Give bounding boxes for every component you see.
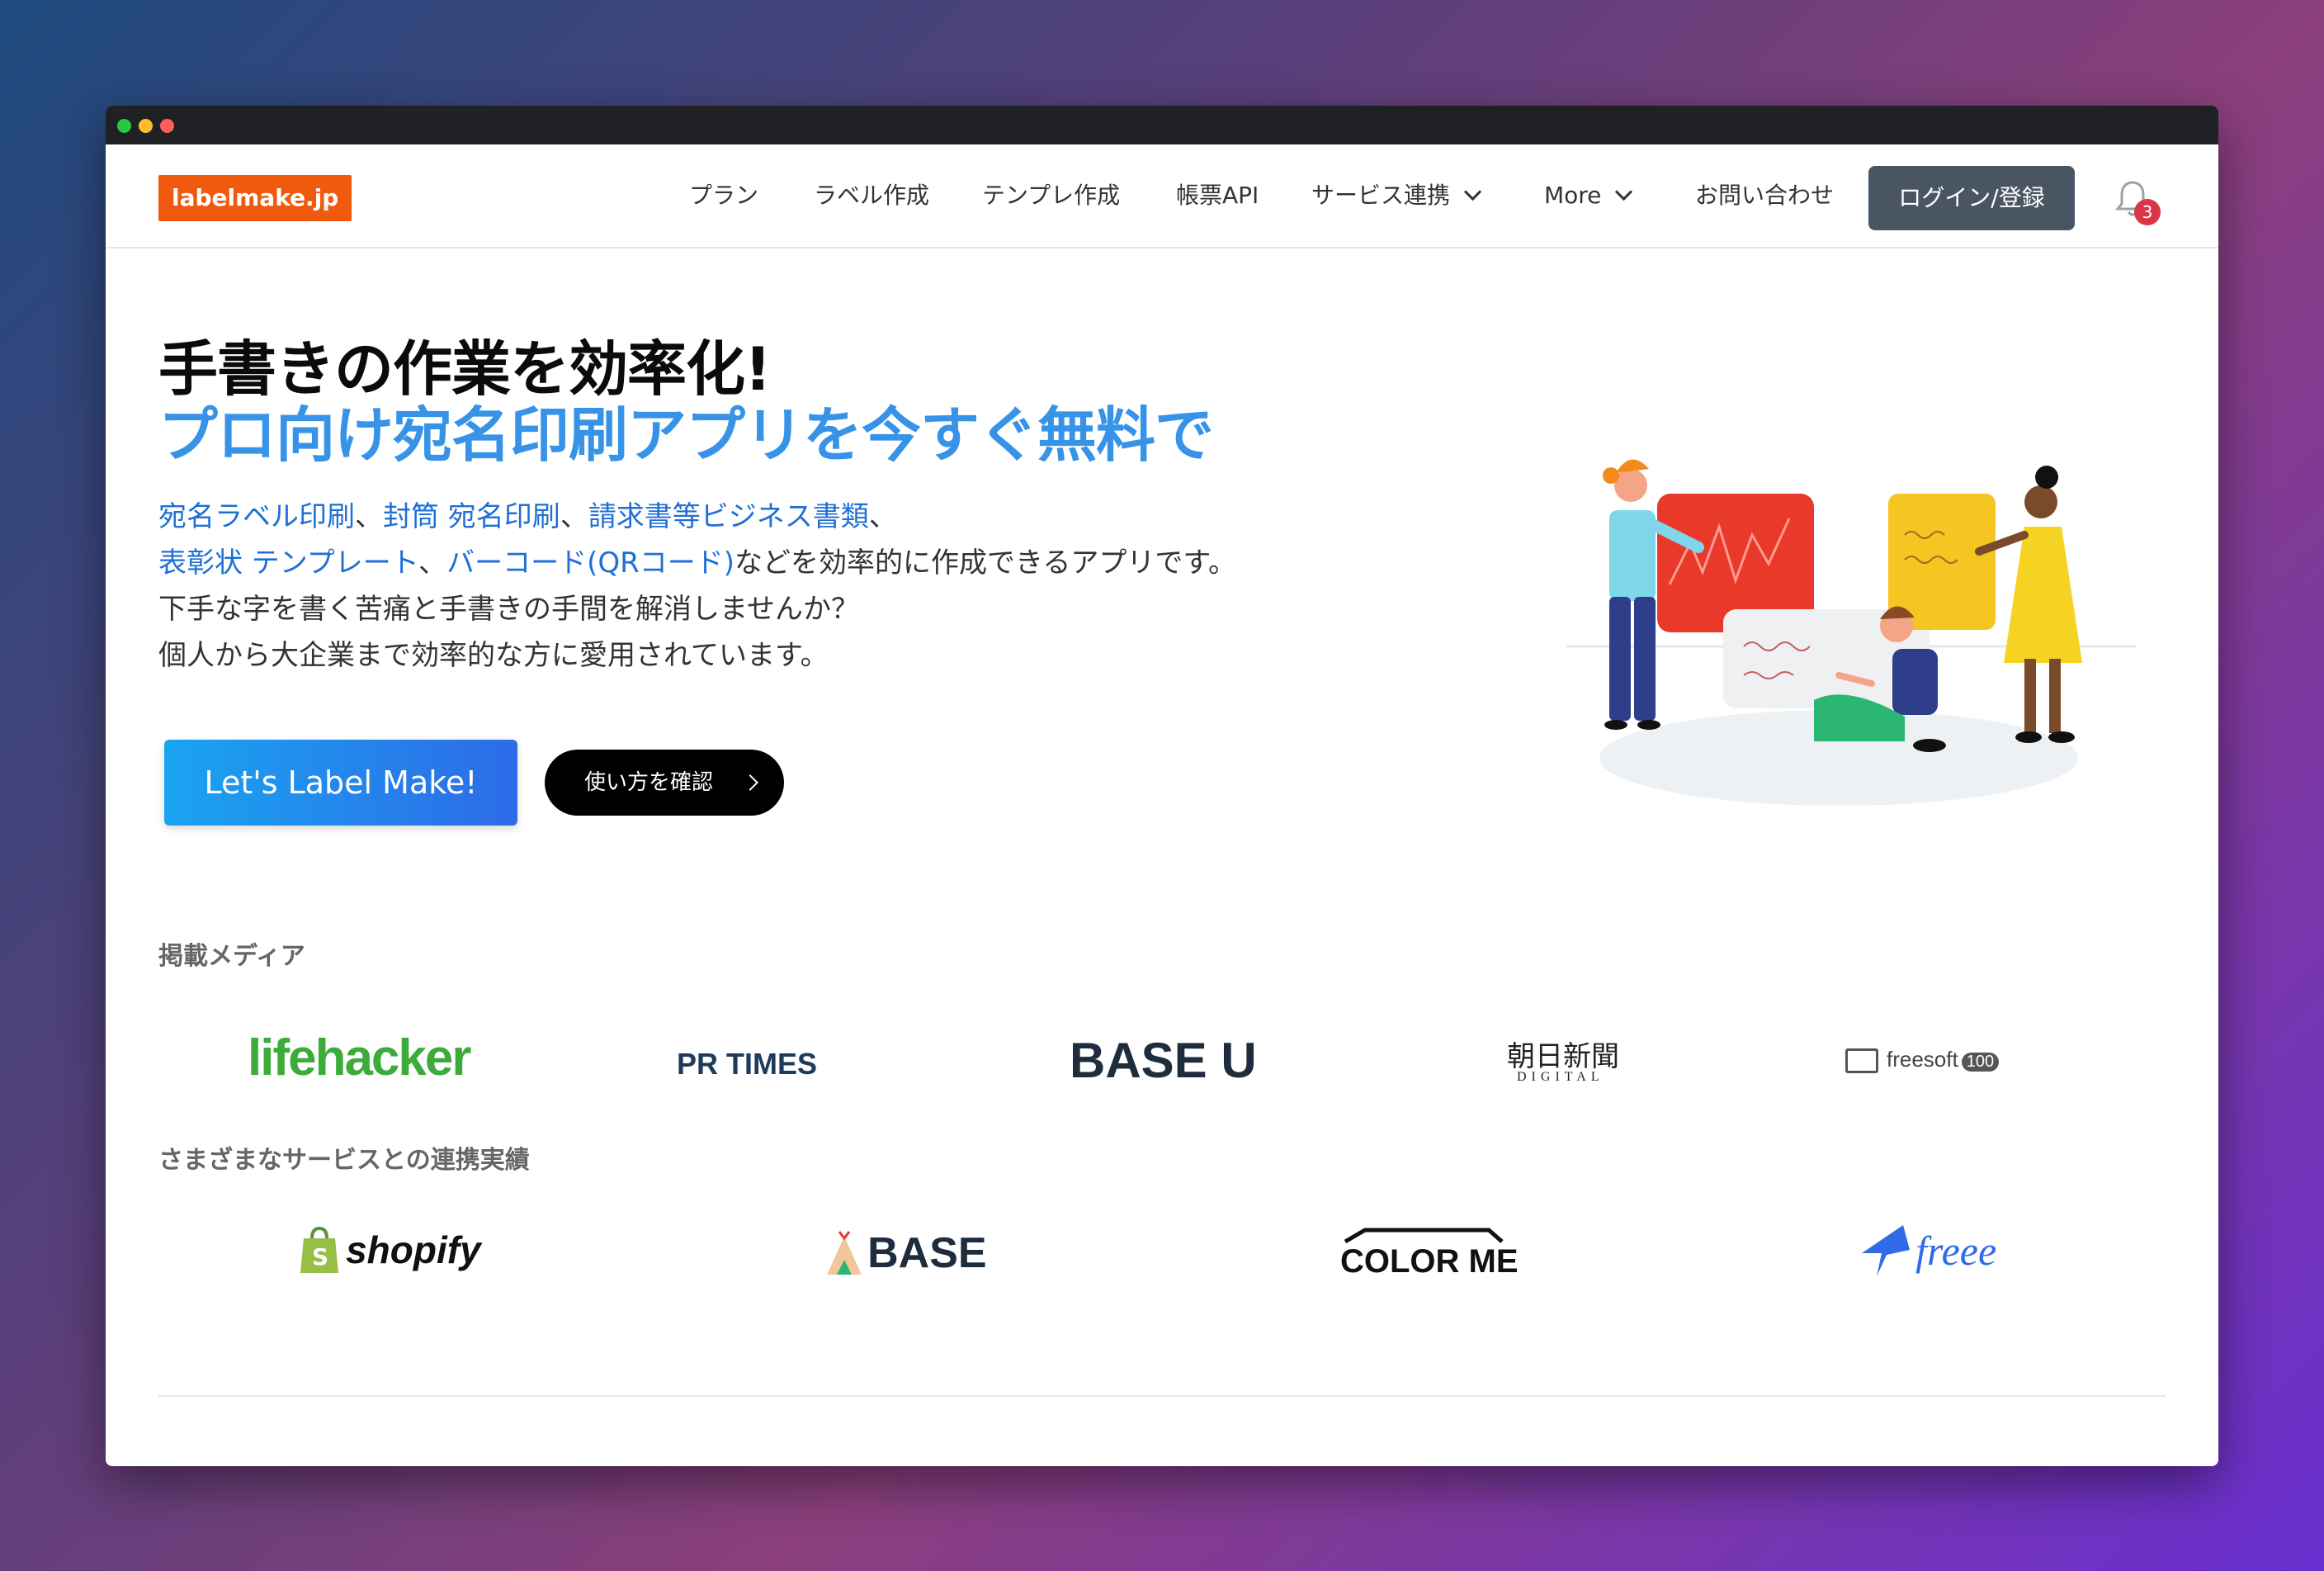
how-to-use-label: 使い方を確認 xyxy=(584,770,714,795)
base-tent-icon xyxy=(827,1231,862,1275)
separator: 、 xyxy=(560,500,588,533)
nav-service-integration[interactable]: サービス連携 xyxy=(1311,179,1482,212)
nav-more-label: More xyxy=(1544,182,1602,209)
prtimes-logo[interactable]: PR TIMES xyxy=(677,1047,817,1081)
freesoft-label: freesoft xyxy=(1887,1047,1958,1072)
notification-badge: 3 xyxy=(2134,199,2161,225)
nav-more[interactable]: More xyxy=(1544,179,1633,212)
freesoft-100-badge: 100 xyxy=(1961,1053,2000,1072)
browser-window: labelmake.jp プラン ラベル作成 テンプレ作成 帳票API サービス… xyxy=(106,106,2218,1466)
minimize-dot-icon[interactable] xyxy=(139,119,153,133)
colorme-label: COLOR ME xyxy=(1340,1243,1519,1280)
nav-template-create[interactable]: テンプレ作成 xyxy=(982,179,1120,212)
nav-contact[interactable]: お問い合わせ xyxy=(1695,179,1834,212)
nav-service-integration-label: サービス連携 xyxy=(1311,182,1451,209)
desc-text: などを効率的に作成できるアプリです。 xyxy=(735,547,1236,580)
close-dot-icon[interactable] xyxy=(160,119,174,133)
link-certificate-template[interactable]: 表彰状 テンプレート xyxy=(158,547,418,580)
login-register-button[interactable]: ログイン/登録 xyxy=(1868,166,2075,230)
freee-logo[interactable]: freee xyxy=(1854,1222,1996,1280)
hero-title-line2: プロ向け宛名印刷アプリを今すぐ無料で xyxy=(158,400,1214,470)
lets-label-make-button[interactable]: Let's Label Make! xyxy=(164,740,517,826)
base-logo[interactable]: BASE xyxy=(825,1228,987,1278)
freee-bird-icon xyxy=(1862,1225,1910,1276)
svg-text:S: S xyxy=(312,1243,328,1271)
desc-line3: 下手な字を書く苦痛と手書きの手間を解消しませんか？ xyxy=(158,593,859,626)
asahi-digital-label: DIGITAL xyxy=(1517,1070,1604,1084)
asahi-logo[interactable]: 朝日新聞 xyxy=(1507,1034,1619,1074)
nav-document-api[interactable]: 帳票API xyxy=(1176,179,1259,212)
site-logo[interactable]: labelmake.jp xyxy=(158,175,352,221)
colorme-logo[interactable]: COLOR ME xyxy=(1340,1227,1519,1280)
freee-label: freee xyxy=(1915,1228,1997,1274)
integrations-section-title: さまざまなサービスとの連携実績 xyxy=(158,1146,530,1175)
link-address-label[interactable]: 宛名ラベル印刷 xyxy=(158,500,355,533)
nav-label-create[interactable]: ラベル作成 xyxy=(814,179,929,212)
link-envelope-print[interactable]: 封筒 宛名印刷 xyxy=(383,500,560,533)
colorme-roof-icon xyxy=(1344,1228,1504,1243)
link-barcode[interactable]: バーコード(QRコード) xyxy=(446,547,735,580)
chevron-right-icon xyxy=(742,774,758,791)
section-divider xyxy=(158,1395,2166,1397)
freesoft-logo[interactable]: freesoft 100 xyxy=(1845,1047,2000,1074)
chevron-down-icon xyxy=(1463,182,1482,201)
media-section-title: 掲載メディア xyxy=(158,942,305,971)
lifehacker-logo[interactable]: lifehacker xyxy=(248,1029,472,1087)
link-business-documents[interactable]: 請求書等ビジネス書類 xyxy=(588,500,869,533)
shopify-label: shopify xyxy=(346,1228,481,1271)
desc-line4: 個人から大企業まで効率的な方に愛用されています。 xyxy=(158,639,829,672)
shopify-logo[interactable]: S shopify xyxy=(297,1225,481,1275)
separator: 、 xyxy=(355,500,383,533)
navbar: labelmake.jp プラン ラベル作成 テンプレ作成 帳票API サービス… xyxy=(106,144,2218,248)
how-to-use-button[interactable]: 使い方を確認 xyxy=(545,750,784,816)
nav-plan[interactable]: プラン xyxy=(689,179,758,212)
separator: 、 xyxy=(418,547,447,580)
separator: 、 xyxy=(868,500,897,533)
hero-description: 宛名ラベル印刷、封筒 宛名印刷、請求書等ビジネス書類、 表彰状 テンプレート、バ… xyxy=(158,494,1236,679)
shopify-bag-icon: S xyxy=(300,1226,338,1273)
base-label: BASE xyxy=(867,1229,987,1277)
title-bar xyxy=(106,106,2218,144)
hero-illustration xyxy=(1566,459,2136,806)
chevron-down-icon xyxy=(1615,182,1633,201)
maximize-dot-icon[interactable] xyxy=(117,119,131,133)
laptop-icon xyxy=(1845,1048,1878,1074)
base-u-logo[interactable]: BASE U xyxy=(1070,1032,1257,1089)
